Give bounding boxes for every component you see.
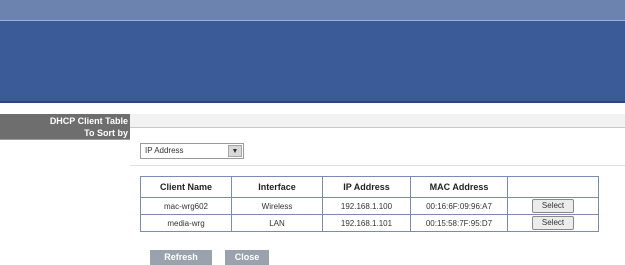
table-row: media-wrg LAN 192.168.1.101 00:15:58:7F:…	[140, 214, 599, 232]
cell-mac-address: 00:15:58:7F:95:D7	[410, 214, 508, 232]
chevron-down-icon: ▼	[231, 147, 239, 155]
content-header-strip	[130, 114, 625, 128]
sort-label: To Sort by	[84, 128, 128, 138]
cell-interface: LAN	[231, 214, 323, 232]
table-header-row: Client Name Interface IP Address MAC Add…	[140, 176, 599, 198]
top-band	[0, 0, 625, 20]
cell-mac-address: 00:16:6F:09:96:A7	[410, 197, 508, 215]
header-ip-address: IP Address	[322, 176, 411, 198]
dropdown-arrow-button[interactable]: ▼	[228, 145, 242, 157]
section-title: DHCP Client Table	[49, 116, 128, 126]
banner-bottom-border	[0, 101, 625, 103]
header-mac-address: MAC Address	[410, 176, 508, 198]
sort-by-value: IP Address	[145, 146, 184, 155]
select-button[interactable]: Select	[532, 216, 574, 230]
content-divider	[130, 165, 625, 166]
refresh-button[interactable]: Refresh	[150, 250, 212, 265]
table-row: mac-wrg602 Wireless 192.168.1.100 00:16:…	[140, 197, 599, 215]
sidebar-divider	[0, 139, 130, 140]
cell-client-name: media-wrg	[140, 214, 232, 232]
cell-client-name: mac-wrg602	[140, 197, 232, 215]
cell-ip-address: 192.168.1.100	[322, 197, 411, 215]
header-interface: Interface	[231, 176, 323, 198]
header-banner	[0, 21, 625, 101]
header-client-name: Client Name	[140, 176, 232, 198]
close-button[interactable]: Close	[225, 250, 269, 265]
cell-interface: Wireless	[231, 197, 323, 215]
cell-action: Select	[507, 214, 599, 232]
cell-ip-address: 192.168.1.101	[322, 214, 411, 232]
dhcp-client-table: Client Name Interface IP Address MAC Add…	[140, 176, 599, 232]
select-button[interactable]: Select	[532, 199, 574, 213]
sort-by-select[interactable]: IP Address ▼	[140, 143, 244, 159]
cell-action: Select	[507, 197, 599, 215]
header-action	[507, 176, 599, 198]
